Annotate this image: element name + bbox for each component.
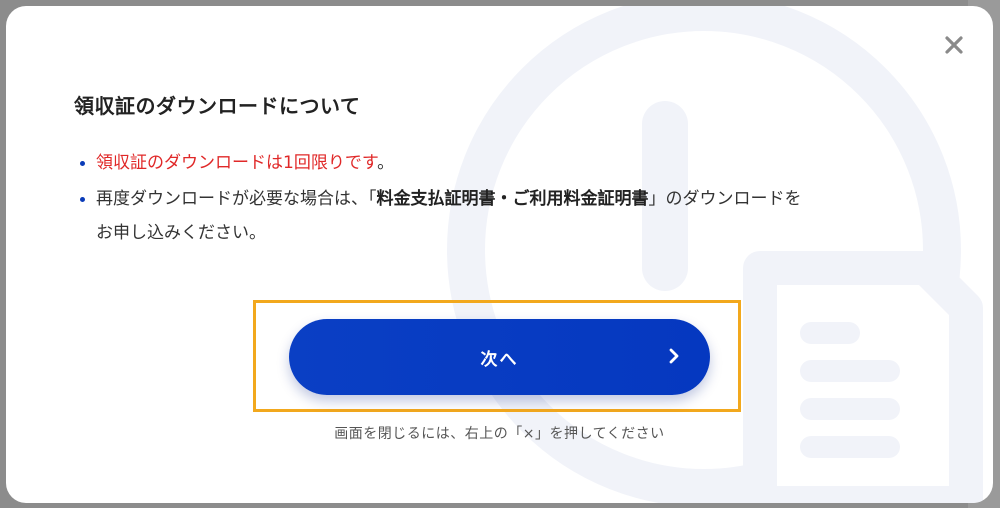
close-instruction: 画面を閉じるには、右上の「×」を押してください — [334, 426, 665, 442]
close-icon — [945, 36, 963, 54]
next-button-label: 次へ — [480, 349, 519, 370]
next-button[interactable]: 次へ — [289, 319, 710, 395]
chevron-right-icon — [669, 348, 679, 364]
certificate-name: 料金支払証明書・ご利用料金証明書 — [376, 189, 649, 209]
notice-list: 領収証のダウンロードは1回限りです。 再度ダウンロードが必要な場合は、「料金支払… — [78, 146, 928, 252]
redownload-text-start: 再度ダウンロードが必要な場合は、「 — [96, 189, 377, 209]
receipt-download-modal: 領収証のダウンロードについて 領収証のダウンロードは1回限りです。 再度ダウンロ… — [6, 6, 993, 503]
one-time-warning: 領収証のダウンロードは1回限りです — [96, 153, 378, 173]
list-item: 再度ダウンロードが必要な場合は、「料金支払証明書・ご利用料金証明書」のダウンロー… — [78, 182, 928, 250]
redownload-text-end: 」のダウンロードを — [648, 189, 802, 209]
modal-title: 領収証のダウンロードについて — [74, 94, 361, 118]
redownload-text-line2: お申し込みください。 — [96, 223, 266, 243]
list-item: 領収証のダウンロードは1回限りです。 — [78, 146, 928, 180]
close-button[interactable] — [940, 31, 968, 59]
warning-period: 。 — [377, 153, 395, 173]
